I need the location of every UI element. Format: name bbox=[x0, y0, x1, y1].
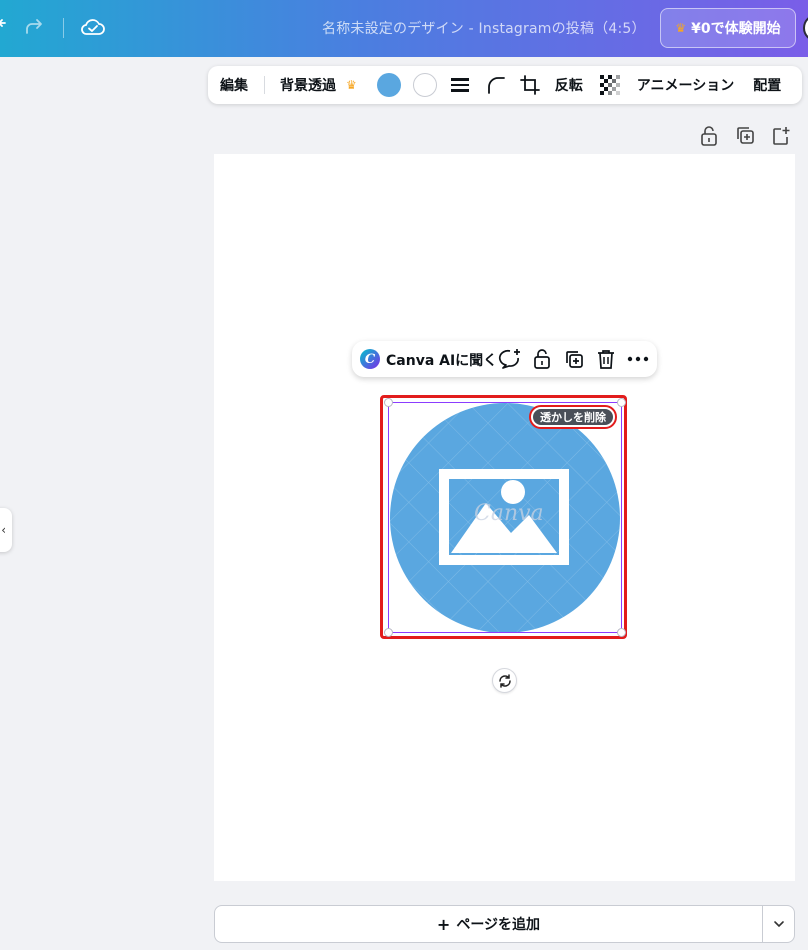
redo-button[interactable] bbox=[22, 17, 46, 39]
chevron-left-icon: ‹ bbox=[1, 523, 6, 537]
chevron-down-icon bbox=[773, 921, 784, 928]
resize-handle-bottom-left[interactable] bbox=[384, 628, 393, 637]
trash-icon bbox=[598, 350, 614, 369]
undo-button[interactable] bbox=[0, 17, 14, 39]
unlock-icon bbox=[534, 349, 550, 369]
add-page-label: ページを追加 bbox=[456, 917, 541, 933]
cloud-save-status[interactable] bbox=[80, 15, 106, 39]
rotate-icon bbox=[498, 673, 511, 688]
comment-button[interactable] bbox=[498, 347, 522, 371]
animate-button[interactable]: アニメーション bbox=[637, 75, 734, 95]
duplicate-icon bbox=[566, 351, 583, 368]
element-context-menu: C Canva AIに聞く bbox=[352, 341, 657, 377]
lock-element-button[interactable] bbox=[530, 347, 554, 371]
unlock-icon bbox=[701, 126, 717, 146]
avatar[interactable] bbox=[803, 14, 808, 42]
fill-color-swatch[interactable] bbox=[376, 73, 401, 97]
more-options-button[interactable] bbox=[626, 347, 650, 371]
border-lines-icon bbox=[450, 78, 469, 92]
bg-remove-button[interactable]: 背景透過 ♛ bbox=[280, 75, 357, 95]
rounded-corner-icon bbox=[487, 77, 505, 94]
checkerboard-icon bbox=[599, 75, 620, 95]
crop-icon bbox=[519, 75, 540, 95]
comment-add-icon bbox=[498, 349, 520, 369]
plus-icon: + bbox=[436, 914, 451, 934]
flip-button[interactable]: 反転 bbox=[555, 75, 583, 95]
crop-button[interactable] bbox=[519, 74, 541, 96]
duplicate-element-button[interactable] bbox=[562, 347, 586, 371]
duplicate-page-button[interactable] bbox=[735, 125, 755, 151]
position-button[interactable]: 配置 bbox=[753, 75, 781, 95]
more-horizontal-icon bbox=[627, 356, 649, 362]
cloud-check-icon bbox=[81, 19, 105, 35]
crown-icon: ♛ bbox=[346, 78, 357, 92]
lock-page-button[interactable] bbox=[699, 125, 719, 151]
secondary-color-swatch[interactable] bbox=[412, 73, 437, 97]
remove-watermark-button[interactable]: 透かしを削除 bbox=[529, 405, 617, 429]
add-page-button[interactable]: + ページを追加 bbox=[214, 905, 763, 943]
add-page-icon-button[interactable] bbox=[771, 125, 791, 151]
add-page-options-button[interactable] bbox=[762, 905, 795, 943]
border-style-button[interactable] bbox=[449, 75, 471, 95]
transparency-button[interactable] bbox=[599, 74, 621, 96]
edit-button[interactable]: 編集 bbox=[220, 75, 248, 95]
remove-watermark-label: 透かしを削除 bbox=[533, 409, 613, 425]
free-trial-label: ¥0で体験開始 bbox=[691, 21, 781, 37]
header-divider bbox=[63, 18, 64, 38]
add-page-icon bbox=[773, 127, 790, 145]
resize-handle-top-left[interactable] bbox=[384, 398, 393, 407]
crown-icon: ♛ bbox=[675, 21, 687, 35]
delete-element-button[interactable] bbox=[594, 347, 618, 371]
ask-canva-ai-button[interactable]: Canva AIに聞く bbox=[386, 350, 497, 370]
resize-handle-top-right[interactable] bbox=[617, 398, 626, 407]
document-title[interactable]: 名称未設定のデザイン - Instagramの投稿（4:5） bbox=[322, 18, 646, 38]
corner-rounding-button[interactable] bbox=[485, 75, 507, 95]
contextual-toolbar: 編集 背景透過 ♛ 反転 アニメーション 配置 bbox=[208, 66, 802, 104]
panel-collapse-button[interactable]: ‹ bbox=[0, 508, 12, 552]
duplicate-icon bbox=[737, 127, 754, 144]
canva-ai-logo: C bbox=[360, 349, 380, 369]
resize-handle-bottom-right[interactable] bbox=[617, 628, 626, 637]
selection-box bbox=[388, 402, 622, 633]
toolbar-divider bbox=[264, 76, 265, 94]
bg-remove-label: 背景透過 bbox=[280, 78, 336, 94]
top-header: 名称未設定のデザイン - Instagramの投稿（4:5） ♛ ¥0で体験開始 bbox=[0, 0, 808, 57]
rotate-handle[interactable] bbox=[492, 668, 517, 693]
undo-icon bbox=[0, 19, 6, 27]
redo-icon bbox=[26, 19, 42, 34]
free-trial-button[interactable]: ♛ ¥0で体験開始 bbox=[660, 8, 796, 48]
